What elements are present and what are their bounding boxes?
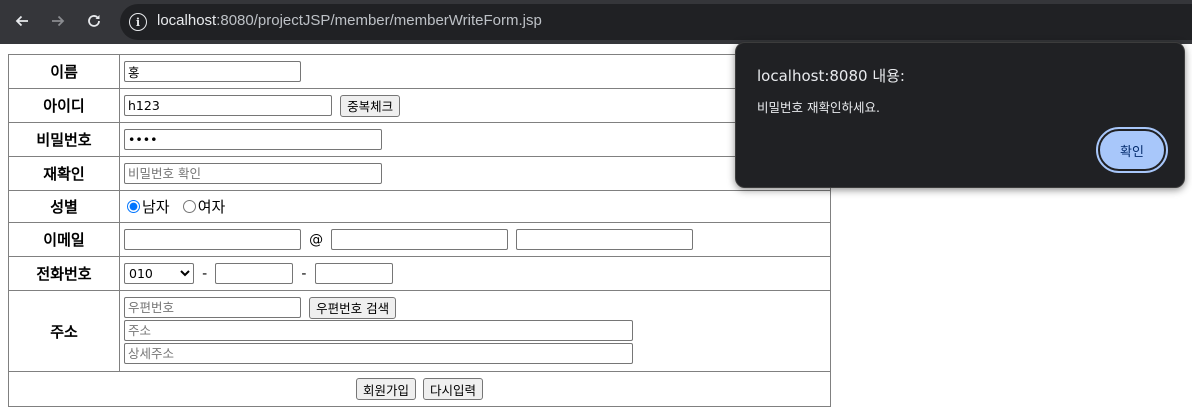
phone-dash-2: - — [301, 265, 307, 282]
gender-label: 성별 — [8, 190, 120, 223]
address-bar[interactable]: i localhost:8080/projectJSP/member/membe… — [120, 4, 1192, 40]
phone-middle-input[interactable] — [215, 263, 294, 284]
address-label: 주소 — [8, 290, 120, 372]
password-cell — [119, 122, 831, 157]
zipcode-input[interactable] — [124, 297, 301, 318]
phone-prefix-select[interactable]: 010 — [124, 263, 194, 284]
name-input[interactable] — [124, 61, 301, 82]
member-form: 이름 아이디 중복체크 비밀번호 재확인 성별 남자 여자 이메일 @ — [8, 54, 831, 407]
repassword-label: 재확인 — [8, 156, 120, 191]
password-label: 비밀번호 — [8, 122, 120, 157]
email-domain-input[interactable] — [331, 229, 509, 250]
id-label: 아이디 — [8, 88, 120, 123]
browser-toolbar: i localhost:8080/projectJSP/member/membe… — [0, 0, 1192, 44]
address-row — [124, 319, 826, 343]
gender-female-radio[interactable] — [182, 200, 196, 213]
dialog-ok-button[interactable]: 확인 — [1096, 127, 1168, 173]
repassword-cell — [119, 156, 831, 191]
email-domain-select-input[interactable] — [516, 229, 694, 250]
address-detail-row — [124, 342, 826, 366]
zipcode-row: 우편번호 검색 — [124, 296, 826, 320]
duplicate-check-button[interactable]: 중복체크 — [340, 94, 401, 117]
reload-icon[interactable] — [79, 6, 109, 36]
id-input[interactable] — [124, 95, 332, 116]
address-input[interactable] — [124, 319, 633, 341]
email-label: 이메일 — [8, 222, 120, 257]
name-label: 이름 — [8, 54, 120, 89]
reset-button[interactable]: 다시입력 — [423, 378, 484, 400]
id-cell: 중복체크 — [119, 88, 831, 123]
password-input[interactable] — [124, 129, 382, 150]
zipcode-search-button[interactable]: 우편번호 검색 — [309, 296, 397, 319]
phone-label: 전화번호 — [8, 256, 120, 291]
gender-female-label: 여자 — [197, 198, 226, 216]
email-at-sign: @ — [309, 231, 324, 248]
alert-dialog: localhost:8080 내용: 비밀번호 재확인하세요. 확인 — [735, 42, 1185, 188]
form-actions: 회원가입 다시입력 — [8, 371, 831, 407]
address-detail-input[interactable] — [124, 342, 633, 364]
email-id-input[interactable] — [124, 229, 301, 250]
gender-male-radio[interactable] — [127, 200, 140, 213]
phone-dash-1: - — [202, 265, 208, 282]
address-cell: 우편번호 검색 — [119, 290, 831, 372]
url-text: localhost:8080/projectJSP/member/memberW… — [157, 12, 542, 29]
repassword-input[interactable] — [124, 163, 382, 184]
submit-button[interactable]: 회원가입 — [355, 378, 416, 400]
phone-last-input[interactable] — [314, 263, 393, 284]
dialog-message: 비밀번호 재확인하세요. — [757, 100, 880, 115]
site-info-icon[interactable]: i — [129, 13, 147, 31]
gender-cell: 남자 여자 — [119, 190, 831, 223]
gender-male-label: 남자 — [142, 198, 170, 216]
back-icon[interactable] — [7, 6, 37, 36]
email-cell: @ — [119, 222, 831, 257]
forward-icon[interactable] — [43, 6, 73, 36]
phone-cell: 010 - - — [119, 256, 831, 291]
name-cell — [119, 54, 831, 89]
dialog-title: localhost:8080 내용: — [757, 67, 905, 85]
